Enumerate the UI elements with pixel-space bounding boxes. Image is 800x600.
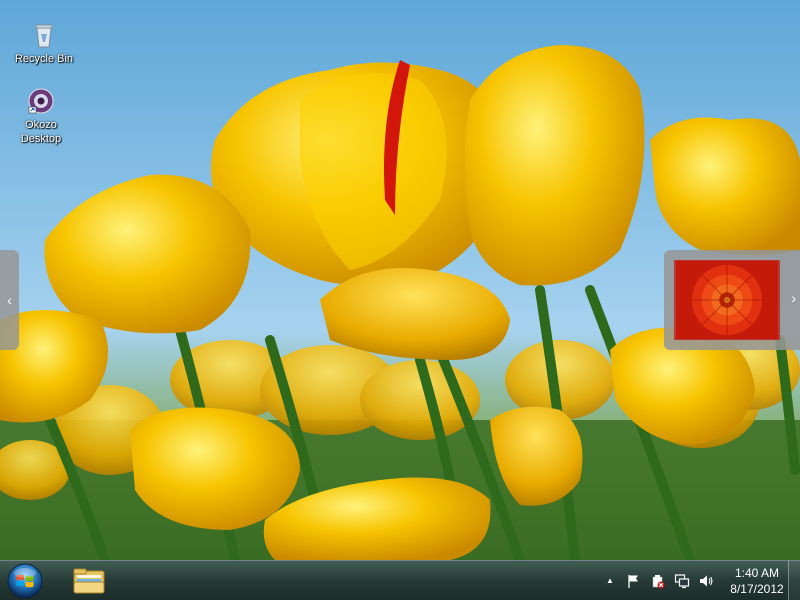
taskbar: ▲ 1:40 AM 8/17/2012 bbox=[0, 560, 800, 600]
show-hidden-icons-button[interactable]: ▲ bbox=[602, 573, 618, 589]
show-desktop-button[interactable] bbox=[788, 561, 800, 600]
recycle-bin-label: Recycle Bin bbox=[14, 53, 74, 65]
network-icon[interactable] bbox=[674, 573, 690, 589]
system-tray: ▲ 1:40 AM 8/17/2012 bbox=[598, 561, 786, 600]
volume-icon[interactable] bbox=[698, 573, 714, 589]
desktop[interactable]: Recycle Bin Okozo Desktop ‹ › ▲ 1:40 AM … bbox=[0, 0, 800, 600]
power-icon[interactable] bbox=[650, 573, 666, 589]
okozo-desktop-shortcut[interactable]: Okozo Desktop bbox=[3, 86, 79, 146]
windows-start-orb-icon bbox=[7, 563, 43, 599]
action-center-flag-icon[interactable] bbox=[626, 573, 642, 589]
clock[interactable]: 1:40 AM 8/17/2012 bbox=[728, 565, 786, 597]
clock-date: 8/17/2012 bbox=[730, 582, 784, 596]
recycle-bin-shortcut[interactable]: Recycle Bin bbox=[6, 20, 82, 66]
taskbar-file-explorer-button[interactable] bbox=[62, 563, 116, 599]
chevron-left-icon: ‹ bbox=[7, 292, 12, 308]
recycle-bin-icon bbox=[35, 24, 53, 48]
file-explorer-icon bbox=[73, 568, 105, 594]
okozo-desktop-label: Okozo Desktop bbox=[20, 119, 62, 145]
start-button[interactable] bbox=[6, 562, 44, 600]
red-flower-thumbnail bbox=[674, 260, 780, 340]
okozo-desktop-icon bbox=[28, 88, 54, 114]
chevron-right-icon: › bbox=[791, 290, 796, 306]
next-wallpaper-preview[interactable]: › bbox=[664, 250, 800, 350]
previous-wallpaper-handle[interactable]: ‹ bbox=[0, 250, 19, 350]
clock-time: 1:40 AM bbox=[734, 566, 780, 580]
